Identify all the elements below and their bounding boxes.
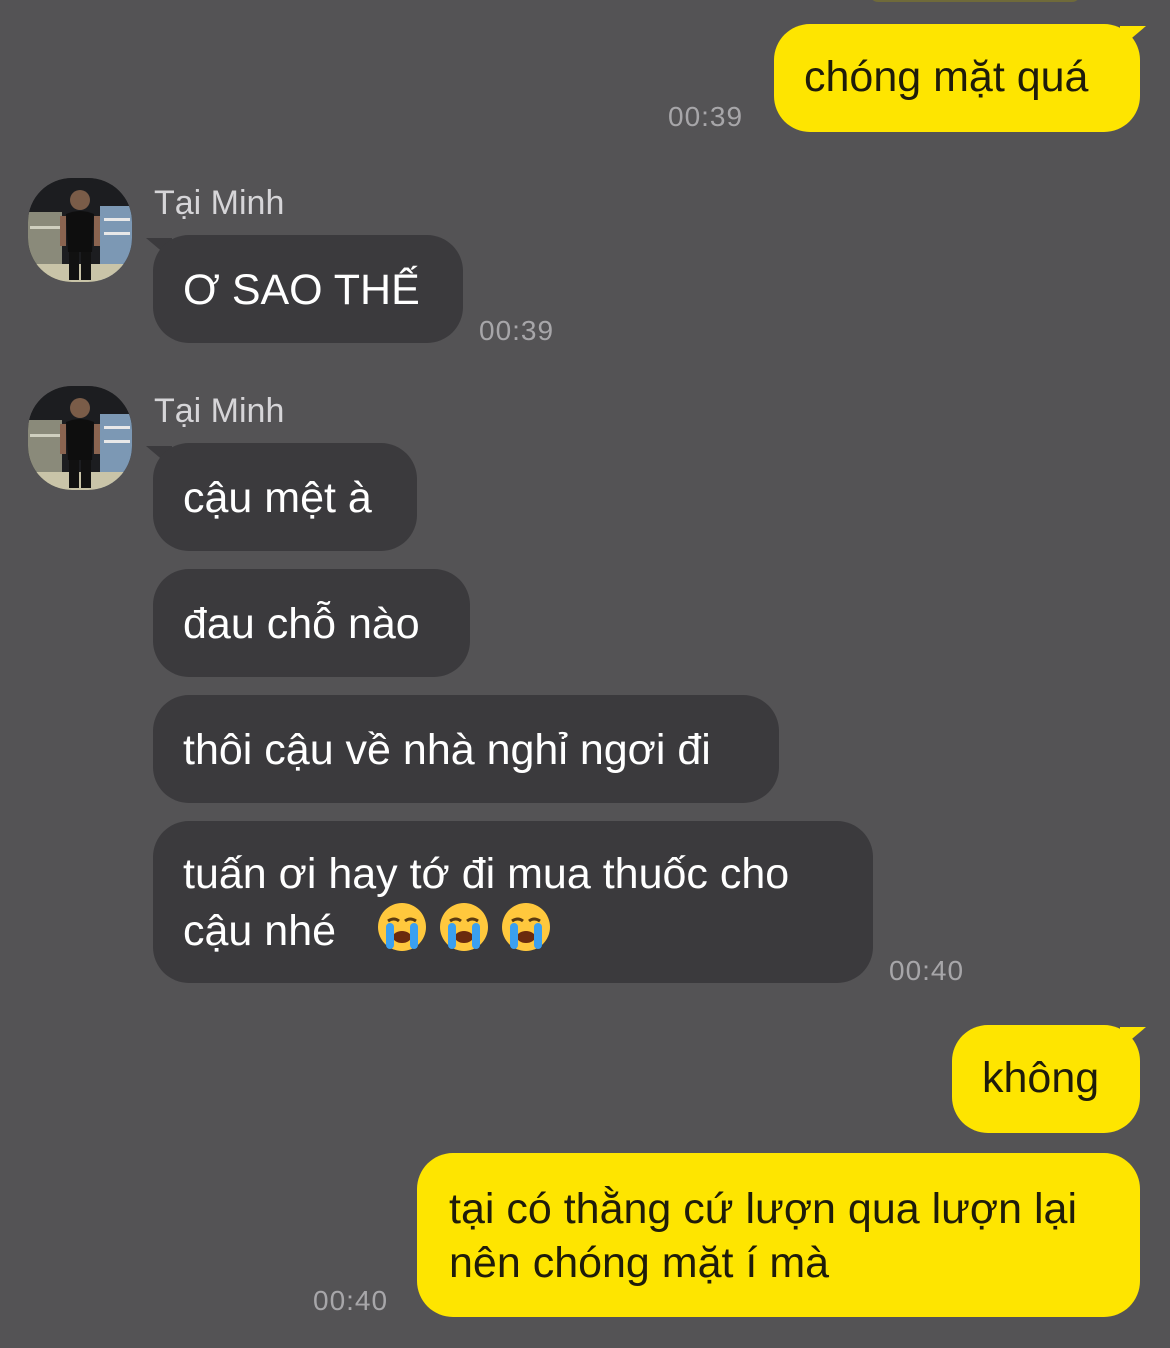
sender-name: Tại Minh — [154, 392, 285, 430]
message-bubble[interactable]: tuấn ơi hay tớ đi mua thuốc cho cậu nhé — [153, 821, 873, 983]
sender-avatar[interactable] — [28, 178, 132, 282]
message-bubble[interactable]: thôi cậu về nhà nghỉ ngơi đi — [153, 695, 779, 803]
message-bubble[interactable]: Ơ SAO THẾ — [153, 235, 463, 343]
message-text-line: cậu nhé — [183, 901, 843, 958]
message-text-line-2: cậu nhé — [183, 907, 337, 955]
message-text-line: tại có thằng cứ lượn qua lượn lại — [449, 1185, 1078, 1233]
loudly-crying-face-icon — [439, 903, 488, 951]
message-bubble[interactable]: cậu mệt à — [153, 443, 417, 551]
message-timestamp: 00:40 — [889, 955, 965, 986]
message-timestamp: 00:39 — [668, 101, 744, 132]
message-timestamp: 00:39 — [479, 315, 555, 346]
avatar-photo-icon — [28, 178, 132, 282]
message-text-line: nên chóng mặt í mà — [449, 1239, 830, 1287]
previous-message-edge — [870, 0, 1080, 2]
message-timestamp: 00:40 — [313, 1285, 389, 1316]
loudly-crying-face-icon — [501, 903, 550, 951]
message-bubble[interactable]: chóng mặt quá — [774, 24, 1140, 132]
sender-avatar[interactable] — [28, 386, 132, 490]
avatar-photo-icon — [28, 386, 132, 490]
loudly-crying-face-icon — [377, 903, 426, 951]
message-bubble[interactable]: đau chỗ nào — [153, 569, 470, 677]
message-text-line: tuấn ơi hay tớ đi mua thuốc cho — [183, 850, 790, 898]
sender-name: Tại Minh — [154, 184, 285, 222]
message-bubble[interactable]: không — [952, 1025, 1140, 1133]
message-bubble[interactable]: tại có thằng cứ lượn qua lượn lại nên ch… — [417, 1153, 1140, 1317]
